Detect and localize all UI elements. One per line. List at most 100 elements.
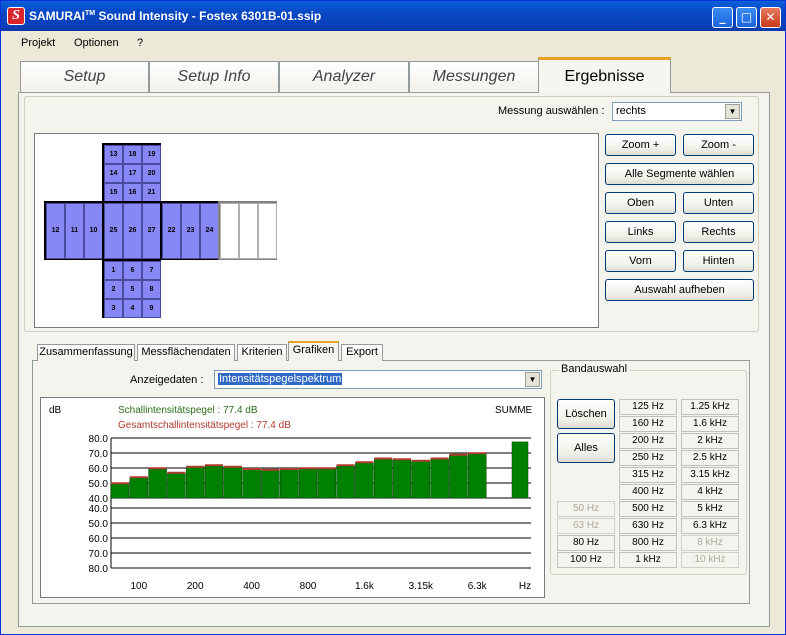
segment-cell[interactable]: [239, 203, 258, 259]
view-top-button[interactable]: Oben: [605, 192, 676, 214]
segment-cell[interactable]: 6: [123, 261, 142, 280]
band-cell[interactable]: 250 Hz: [619, 450, 677, 466]
tab-analyzer[interactable]: Analyzer: [279, 61, 409, 92]
chevron-down-icon[interactable]: ▼: [525, 372, 540, 387]
minimize-icon[interactable]: _: [712, 7, 733, 28]
spectrum-bar: [129, 477, 149, 499]
tab-zusammenfassung[interactable]: Zusammenfassung: [37, 344, 135, 361]
segment-cell[interactable]: 27: [142, 203, 161, 259]
band-cell[interactable]: 2 kHz: [681, 433, 739, 449]
segment-cell[interactable]: 22: [162, 203, 181, 259]
band-cell[interactable]: 400 Hz: [619, 484, 677, 500]
segment-cell[interactable]: 20: [142, 164, 161, 183]
band-clear-button[interactable]: Löschen: [557, 399, 615, 429]
chevron-down-icon[interactable]: ▼: [725, 104, 740, 119]
band-cell[interactable]: 1.25 kHz: [681, 399, 739, 415]
band-cell: 10 kHz: [681, 552, 739, 568]
segment-cell[interactable]: 13: [104, 145, 123, 164]
maximize-icon[interactable]: □: [736, 7, 757, 28]
segment-cell[interactable]: 17: [123, 164, 142, 183]
band-cell[interactable]: 800 Hz: [619, 535, 677, 551]
segment-cell[interactable]: 3: [104, 299, 123, 318]
window-title: SAMURAITM Sound Intensity - Fostex 6301B…: [29, 9, 321, 23]
total-level-marker: [129, 476, 148, 479]
band-cell[interactable]: 500 Hz: [619, 501, 677, 517]
spectrum-bar: [167, 473, 186, 499]
tab-setup-info[interactable]: Setup Info: [149, 61, 279, 92]
y-tick-label: 70.0: [89, 449, 109, 460]
title-bar[interactable]: S SAMURAITM Sound Intensity - Fostex 630…: [1, 1, 785, 31]
spectrum-bar: [336, 465, 355, 499]
y-tick-label: 40.0: [89, 504, 109, 515]
spectrum-bar: [185, 467, 205, 499]
spectrum-bar: [110, 483, 130, 499]
band-cell[interactable]: 200 Hz: [619, 433, 677, 449]
segment-cell[interactable]: 10: [84, 203, 103, 259]
segment-cell[interactable]: 24: [200, 203, 219, 259]
zoom-out-button[interactable]: Zoom -: [683, 134, 754, 156]
segment-cell[interactable]: 9: [142, 299, 161, 318]
display-data-select[interactable]: Intensitätspegelspektrum ▼: [214, 370, 542, 389]
band-all-button[interactable]: Alles: [557, 433, 615, 463]
tab-export[interactable]: Export: [341, 344, 383, 361]
segment-cell[interactable]: 18: [123, 145, 142, 164]
measurement-select[interactable]: rechts ▼: [612, 102, 742, 121]
select-all-segments-button[interactable]: Alle Segmente wählen: [605, 163, 754, 185]
tab-messflaechendaten[interactable]: Messflächendaten: [137, 344, 235, 361]
total-level-marker: [336, 464, 355, 467]
spectrum-bar: [317, 468, 337, 499]
segment-viewport[interactable]: 13 18 19 14 17 20 15 16 21 12 11 10 25 2…: [34, 133, 599, 328]
y-tick-label: 80.0: [89, 564, 109, 575]
segment-cell[interactable]: 21: [142, 183, 161, 202]
band-cell[interactable]: 100 Hz: [557, 552, 615, 568]
segment-cell[interactable]: [220, 203, 239, 259]
segment-cell[interactable]: 4: [123, 299, 142, 318]
band-cell[interactable]: 315 Hz: [619, 467, 677, 483]
tab-messungen[interactable]: Messungen: [409, 61, 539, 92]
band-cell[interactable]: 160 Hz: [619, 416, 677, 432]
segment-cell[interactable]: 12: [46, 203, 65, 259]
segment-cell[interactable]: 25: [104, 203, 123, 259]
segment-cell[interactable]: 23: [181, 203, 200, 259]
menu-help[interactable]: ?: [137, 37, 143, 49]
segment-cell[interactable]: 1: [104, 261, 123, 280]
tab-setup[interactable]: Setup: [20, 61, 149, 92]
segment-cell[interactable]: 11: [65, 203, 84, 259]
band-cell[interactable]: 6.3 kHz: [681, 518, 739, 534]
segment-cell[interactable]: 16: [123, 183, 142, 202]
zoom-in-button[interactable]: Zoom +: [605, 134, 676, 156]
segment-cell[interactable]: 14: [104, 164, 123, 183]
segment-cell[interactable]: [258, 203, 277, 259]
band-cell[interactable]: 1 kHz: [619, 552, 677, 568]
view-left-button[interactable]: Links: [605, 221, 676, 243]
band-cell[interactable]: 1.6 kHz: [681, 416, 739, 432]
segment-cell[interactable]: 15: [104, 183, 123, 202]
band-cell[interactable]: 630 Hz: [619, 518, 677, 534]
spectrum-bar: [148, 468, 167, 499]
band-cell[interactable]: 125 Hz: [619, 399, 677, 415]
view-front-button[interactable]: Vorn: [605, 250, 676, 272]
band-cell[interactable]: 4 kHz: [681, 484, 739, 500]
band-cell[interactable]: 2.5 kHz: [681, 450, 739, 466]
segment-cell[interactable]: 8: [142, 280, 161, 299]
total-level-marker: [393, 458, 411, 461]
band-cell[interactable]: 5 kHz: [681, 501, 739, 517]
view-right-button[interactable]: Rechts: [683, 221, 754, 243]
top-face: 13 18 19 14 17 20 15 16 21: [102, 143, 161, 202]
menu-projekt[interactable]: Projekt: [21, 37, 55, 49]
segment-cell[interactable]: 5: [123, 280, 142, 299]
tab-kriterien[interactable]: Kriterien: [237, 344, 287, 361]
tab-grafiken[interactable]: Grafiken: [288, 341, 339, 361]
clear-selection-button[interactable]: Auswahl aufheben: [605, 279, 754, 301]
segment-cell[interactable]: 19: [142, 145, 161, 164]
band-cell[interactable]: 80 Hz: [557, 535, 615, 551]
view-back-button[interactable]: Hinten: [683, 250, 754, 272]
band-cell[interactable]: 3.15 kHz: [681, 467, 739, 483]
close-icon[interactable]: ✕: [760, 7, 781, 28]
menu-optionen[interactable]: Optionen: [74, 37, 119, 49]
segment-cell[interactable]: 2: [104, 280, 123, 299]
view-bottom-button[interactable]: Unten: [683, 192, 754, 214]
segment-cell[interactable]: 7: [142, 261, 161, 280]
tab-ergebnisse[interactable]: Ergebnisse: [538, 57, 671, 93]
segment-cell[interactable]: 26: [123, 203, 142, 259]
